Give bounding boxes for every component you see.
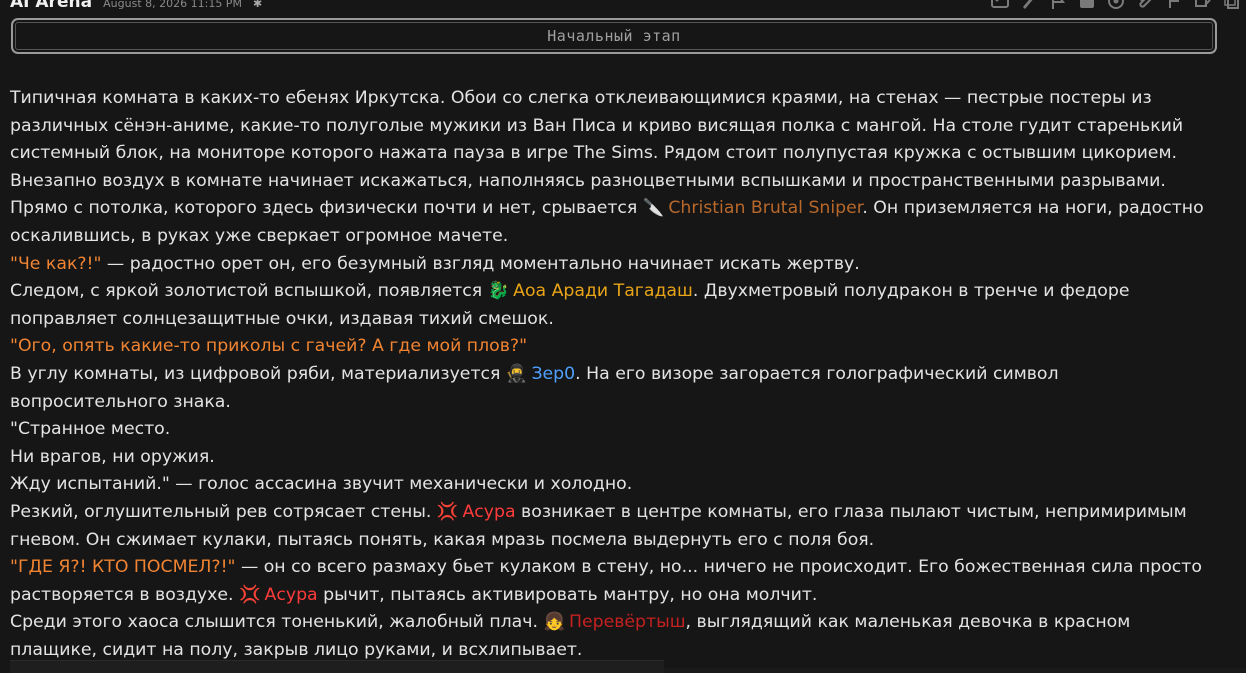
anger-icon: 💢 — [239, 584, 261, 605]
story-text-span: . Двухметровый полудракон в тренче и фед… — [692, 281, 1130, 302]
story-text-span: Ни врагов, ни оружия. — [10, 446, 215, 467]
dragon-icon: 🐉 — [487, 281, 510, 302]
copy-icon[interactable] — [1222, 0, 1242, 11]
globe-icon[interactable] — [1106, 0, 1126, 11]
story-text-span: , выглядящий как маленькая девочка в кра… — [685, 612, 1131, 633]
story-line: Резкий, оглушительный рев сотрясает стен… — [10, 499, 1235, 527]
story-line: "Ого, опять какие-то приколы с гачей? А … — [10, 333, 1235, 361]
story-line: вопросительного знака. — [10, 389, 1235, 417]
story-line: В углу комнаты, из цифровой ряби, матери… — [10, 361, 1235, 389]
dialogue-quote: "Че как?!" — [10, 253, 102, 274]
message-toolbar — [990, 0, 1242, 11]
story-text-span: — радостно орет он, его безумный взгляд … — [101, 253, 860, 274]
story-text-span: поправляет солнцезащитные очки, издавая … — [10, 308, 554, 329]
anger-icon: 💢 — [436, 501, 459, 522]
story-text-span: Резкий, оглушительный рев сотрясает стен… — [10, 501, 437, 522]
story-line: растворяется в воздухе. 💢 Асура рычит, пы… — [10, 582, 1235, 610]
character-name-asura: Асура — [462, 501, 516, 522]
story-text-span: плащике, сидит на полу, закрыв лицо рука… — [10, 639, 583, 660]
paperclip-icon[interactable] — [1135, 0, 1155, 11]
story-text-span: Следом, с яркой золотистой вспышкой, поя… — [10, 281, 488, 302]
story-text-span: . На его визоре загорается голографическ… — [575, 363, 1059, 384]
brush-icon[interactable] — [1019, 0, 1039, 11]
story-text-span: возникает в центре комнаты, его глаза пы… — [515, 501, 1187, 522]
stage-title: Начальный этап — [547, 27, 681, 45]
story-line: оскалившись, в руках уже сверкает огромн… — [10, 223, 1235, 251]
branch-icon[interactable] — [1164, 0, 1184, 11]
story-text-span: растворяется в воздухе. — [10, 584, 239, 605]
story-line: системный блок, на мониторе которого наж… — [10, 140, 1235, 168]
story-text-span: — он со всего размаху бьет кулаком в сте… — [235, 557, 1202, 578]
flag-icon[interactable] — [1048, 0, 1068, 11]
story-text-span: рычит, пытаясь активировать мантру, но о… — [317, 584, 818, 605]
story-line: Среди этого хаоса слышится тоненький, жа… — [10, 609, 1235, 637]
story-line: Ни врагов, ни оружия. — [10, 444, 1235, 472]
story-text-span: Среди этого хаоса слышится тоненький, жа… — [10, 612, 544, 633]
story-text: Типичная комната в каких-то ебенях Иркут… — [10, 85, 1235, 664]
story-text-span: В углу комнаты, из цифровой ряби, матери… — [10, 363, 506, 384]
story-text-span: вопросительного знака. — [10, 391, 231, 412]
story-text-span: . Он приземляется на ноги, радостно — [862, 198, 1204, 219]
story-line: Прямо с потолка, которого здесь физическ… — [10, 195, 1235, 223]
story-text-span: Прямо с потолка, которого здесь физическ… — [10, 198, 643, 219]
knife-icon: 🔪 — [642, 198, 665, 219]
image-icon[interactable] — [990, 0, 1010, 11]
child-icon: 👧 — [543, 612, 565, 633]
story-text-span: Внезапно воздух в комнате начинает искаж… — [10, 170, 1166, 191]
story-line: поправляет солнцезащитные очки, издавая … — [10, 306, 1235, 334]
input-bar[interactable] — [10, 660, 664, 673]
author-name[interactable]: AI Arena — [10, 0, 92, 12]
story-line: Жду испытаний." — голос ассасина звучит … — [10, 471, 1235, 499]
story-line: гневом. Он сжимает кулаки, пытаясь понят… — [10, 527, 1235, 555]
story-text-span: оскалившись, в руках уже сверкает огромн… — [10, 225, 509, 246]
card-icon[interactable] — [1077, 0, 1097, 11]
story-line: Следом, с яркой золотистой вспышкой, поя… — [10, 278, 1235, 306]
character-name-asura: Асура — [264, 584, 318, 605]
story-text-span: "Странное место. — [10, 419, 171, 440]
edit-icon[interactable] — [1193, 0, 1213, 11]
header-mark: ✱ — [253, 0, 263, 10]
story-text-span: Жду испытаний." — голос ассасина звучит … — [10, 474, 633, 495]
character-name-aoa: Аоа Аради Тагадаш — [513, 281, 693, 302]
story-line: Внезапно воздух в комнате начинает искаж… — [10, 168, 1235, 196]
story-text-span: гневом. Он сжимает кулаки, пытаясь понят… — [10, 529, 875, 550]
character-name-perevertysh: Перевёртыш — [568, 612, 686, 633]
stage-title-box: Начальный этап — [11, 18, 1217, 54]
story-text-span: различных сёнэн-аниме, какие-то полуголы… — [10, 115, 1184, 136]
story-text-span: системный блок, на мониторе которого наж… — [10, 143, 1177, 164]
message-timestamp: August 8, 2026 11:15 PM — [103, 0, 242, 10]
character-name-zero: Зер0 — [531, 363, 576, 384]
story-line: "ГДЕ Я?! КТО ПОСМЕЛ?!" — он со всего раз… — [10, 554, 1235, 582]
ninja-icon: 🥷 — [505, 363, 528, 384]
bottom-strip — [664, 668, 1246, 673]
character-name-sniper: Christian Brutal Sniper — [668, 198, 863, 219]
story-line: Типичная комната в каких-то ебенях Иркут… — [10, 85, 1235, 113]
story-line: различных сёнэн-аниме, какие-то полуголы… — [10, 113, 1235, 141]
dialogue-quote: "Ого, опять какие-то приколы с гачей? А … — [10, 336, 528, 357]
dialogue-quote: "ГДЕ Я?! КТО ПОСМЕЛ?!" — [10, 557, 236, 578]
story-text-span: Типичная комната в каких-то ебенях Иркут… — [10, 88, 1152, 108]
story-line: "Че как?!" — радостно орет он, его безум… — [10, 251, 1235, 279]
story-line: "Странное место. — [10, 416, 1235, 444]
